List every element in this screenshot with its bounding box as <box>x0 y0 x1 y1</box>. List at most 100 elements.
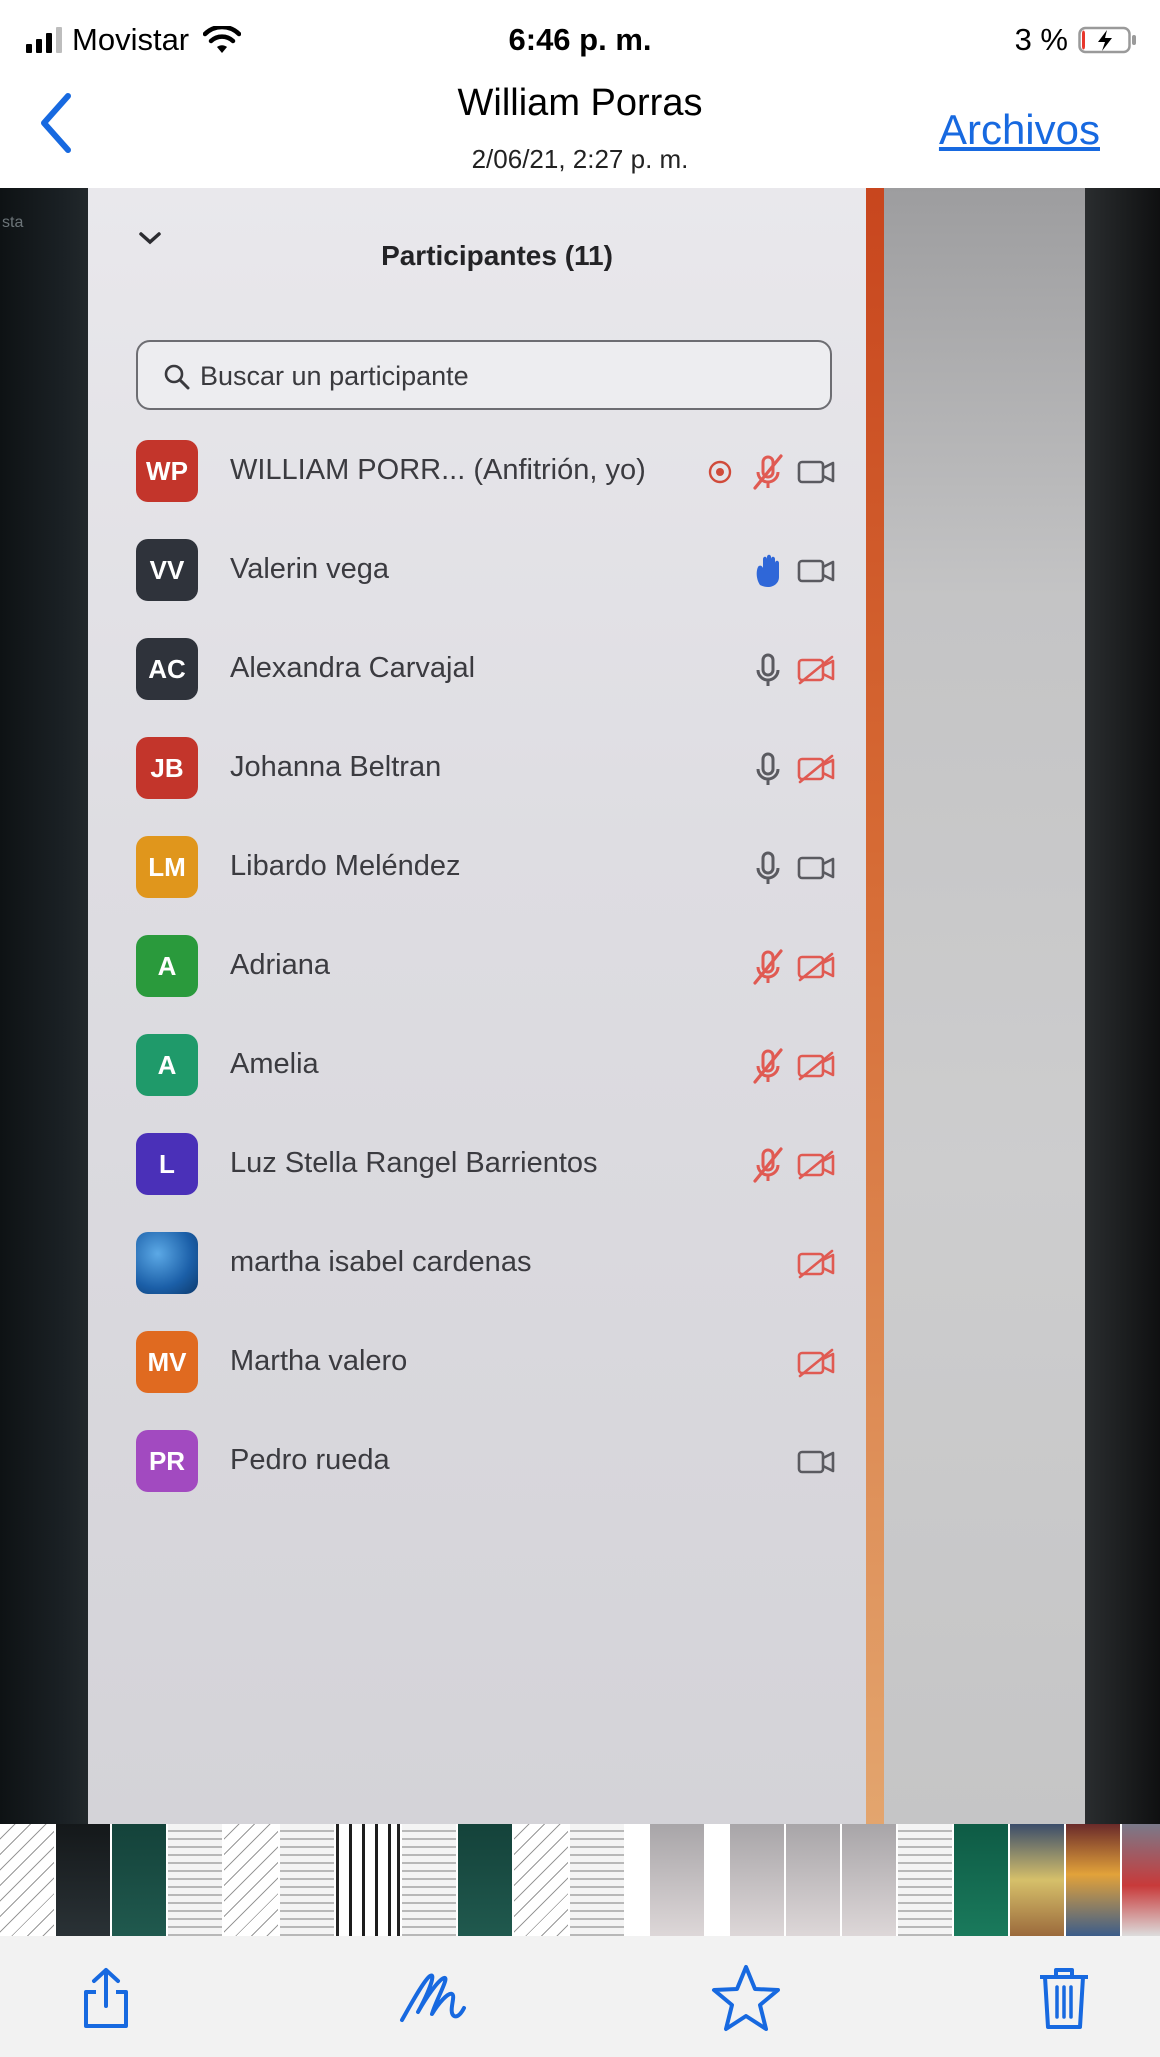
participant-row[interactable]: VV Valerin vega <box>136 521 836 620</box>
participant-status-icons <box>700 452 836 492</box>
files-link[interactable]: Archivos <box>939 106 1100 154</box>
accent-border <box>866 188 884 1824</box>
trash-icon <box>1040 1968 1088 2029</box>
participant-status-icons <box>748 1145 836 1185</box>
mic-icon <box>748 650 788 690</box>
mic-muted-icon <box>748 1046 788 1086</box>
thumbnail[interactable] <box>786 1824 840 1936</box>
participant-search-input[interactable] <box>200 354 800 398</box>
thumbnail[interactable] <box>842 1824 896 1936</box>
participant-search-box[interactable] <box>136 340 832 410</box>
participant-name: Martha valero <box>230 1345 408 1377</box>
participant-row[interactable]: A Adriana <box>136 917 836 1016</box>
thumbnail[interactable] <box>730 1824 784 1936</box>
nav-bar: William Porras 2/06/21, 2:27 p. m. Archi… <box>0 70 1160 188</box>
thumbnail[interactable] <box>112 1824 166 1936</box>
participant-status-icons <box>748 1046 836 1086</box>
participant-status-icons <box>748 650 836 690</box>
avatar: JB <box>136 737 198 799</box>
background-window <box>880 188 1085 1824</box>
participant-name: Adriana <box>230 949 330 981</box>
participant-row[interactable]: L Luz Stella Rangel Barrientos <box>136 1115 836 1214</box>
video-icon <box>796 452 836 492</box>
video-off-icon <box>796 1145 836 1185</box>
thumbnail-strip[interactable] <box>0 1824 1160 1936</box>
participant-row[interactable]: JB Johanna Beltran <box>136 719 836 818</box>
video-off-icon <box>796 1343 836 1383</box>
mic-slot-empty <box>748 1343 788 1383</box>
thumbnail[interactable] <box>898 1824 952 1936</box>
mic-icon <box>748 848 788 888</box>
video-icon <box>796 551 836 591</box>
participant-name: Libardo Meléndez <box>230 850 461 882</box>
video-off-icon <box>796 650 836 690</box>
share-icon <box>84 1968 128 2028</box>
participant-name: Luz Stella Rangel Barrientos <box>230 1147 598 1179</box>
avatar: PR <box>136 1430 198 1492</box>
participant-name: Johanna Beltran <box>230 751 442 783</box>
mic-icon <box>748 749 788 789</box>
video-icon <box>796 848 836 888</box>
favorite-button[interactable] <box>706 1958 786 2038</box>
participant-name: Pedro rueda <box>230 1444 390 1476</box>
thumbnail[interactable] <box>1010 1824 1064 1936</box>
markup-icon <box>400 1973 466 2022</box>
status-bar: Movistar 6:46 p. m. 3 % <box>0 0 1160 70</box>
participant-name: martha isabel cardenas <box>230 1246 532 1278</box>
avatar: A <box>136 1034 198 1096</box>
bottom-toolbar <box>0 1936 1160 2057</box>
avatar: MV <box>136 1331 198 1393</box>
participant-row[interactable]: martha isabel cardenas <box>136 1214 836 1313</box>
participant-row[interactable]: AC Alexandra Carvajal <box>136 620 836 719</box>
avatar: A <box>136 935 198 997</box>
battery-charging-icon <box>1078 26 1136 54</box>
avatar: LM <box>136 836 198 898</box>
participants-title: Participantes (11) <box>381 240 613 271</box>
thumbnail[interactable] <box>514 1824 568 1936</box>
participant-row[interactable]: MV Martha valero <box>136 1313 836 1412</box>
background-bezel <box>1085 188 1160 1824</box>
participant-row[interactable]: PR Pedro rueda <box>136 1412 836 1511</box>
participant-status-icons <box>748 947 836 987</box>
markup-button[interactable] <box>392 1958 472 2038</box>
video-off-icon <box>796 947 836 987</box>
thumbnail[interactable] <box>1122 1824 1160 1936</box>
battery-percent: 3 % <box>1014 22 1068 57</box>
avatar <box>136 1232 198 1294</box>
thumbnail[interactable] <box>168 1824 222 1936</box>
thumbnail[interactable] <box>650 1824 704 1936</box>
raised-hand-icon <box>748 551 788 591</box>
thumbnail[interactable] <box>224 1824 278 1936</box>
participant-status-icons <box>748 1442 836 1482</box>
video-off-icon <box>796 1046 836 1086</box>
photo-viewer: sta Participantes (11) WP WILLIAM PORR...… <box>0 188 1160 1824</box>
participant-row[interactable]: WP WILLIAM PORR... (Anfitrión, yo) <box>136 422 836 521</box>
participant-row[interactable]: A Amelia <box>136 1016 836 1115</box>
thumbnail[interactable] <box>1066 1824 1120 1936</box>
delete-button[interactable] <box>1024 1958 1104 2038</box>
participant-status-icons <box>748 848 836 888</box>
participant-status-icons <box>748 1343 836 1383</box>
video-icon <box>796 1442 836 1482</box>
thumbnail[interactable] <box>56 1824 110 1936</box>
thumbnail[interactable] <box>0 1824 54 1936</box>
star-icon <box>712 1965 780 2031</box>
avatar: VV <box>136 539 198 601</box>
thumbnail[interactable] <box>458 1824 512 1936</box>
mic-slot-empty <box>748 1442 788 1482</box>
thumbnail[interactable] <box>402 1824 456 1936</box>
share-button[interactable] <box>66 1958 146 2038</box>
avatar: L <box>136 1133 198 1195</box>
thumbnail-selected[interactable] <box>336 1824 400 1936</box>
thumbnail <box>706 1824 728 1936</box>
video-off-icon <box>796 749 836 789</box>
participant-list: WP WILLIAM PORR... (Anfitrión, yo) VV Valer… <box>136 422 836 1511</box>
video-off-icon <box>796 1244 836 1284</box>
thumbnail[interactable] <box>570 1824 624 1936</box>
participant-name: Alexandra Carvajal <box>230 652 476 684</box>
thumbnail[interactable] <box>954 1824 1008 1936</box>
participant-status-icons <box>748 551 836 591</box>
edge-text: sta <box>2 214 24 231</box>
participant-row[interactable]: LM Libardo Meléndez <box>136 818 836 917</box>
thumbnail[interactable] <box>280 1824 334 1936</box>
